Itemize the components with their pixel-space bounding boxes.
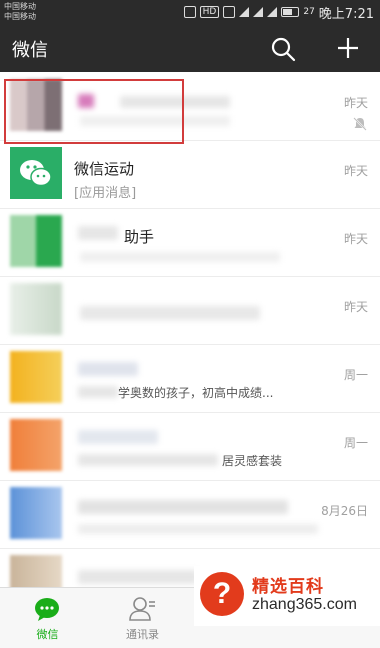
tab-label: 微信 [36,628,59,641]
blurred-name [78,430,158,444]
search-icon[interactable] [270,36,296,62]
chat-snippet: 学奥数的孩子，初高中成绩... [118,386,274,400]
blurred-snippet [80,252,280,262]
tab-contacts[interactable]: 通讯录 [95,588,190,648]
avatar [10,419,62,471]
chat-time: 昨天 [343,232,368,246]
chat-time: 昨天 [343,300,368,314]
vibrate-icon [223,6,236,18]
carrier-1: 中国移动 [4,2,36,11]
watermark-url: zhang365.com [252,596,357,613]
status-icons: HD 27 晚上7:21 [183,0,374,24]
chat-row[interactable]: 8月26日 [0,480,380,549]
app-header: 微信 [0,24,380,72]
signal-icon [253,7,264,17]
blurred-snippet [78,386,118,398]
wechat-logo-icon [20,160,52,187]
carrier-2: 中国移动 [4,12,36,21]
wifi-icon [239,7,250,17]
avatar [10,351,62,403]
chat-row[interactable]: 居灵感套装 周一 [0,412,380,481]
signal-icon-2 [267,7,278,17]
chat-time: 周一 [343,436,368,450]
blurred-name [78,570,198,584]
plus-icon[interactable] [336,36,360,60]
blurred-snippet [78,454,218,466]
blurred-name [78,226,118,240]
chat-name: 微信运动 [74,160,135,178]
avatar [10,487,62,539]
chat-row[interactable]: 助手 昨天 [0,208,380,277]
chat-row-wechat-sport[interactable]: 微信运动 [应用消息] 昨天 [0,140,380,209]
watermark-title: 精选百科 [252,577,324,597]
blurred-snippet [78,524,318,534]
tab-chats[interactable]: 微信 [0,588,95,648]
page-title: 微信 [12,40,48,61]
highlight-box [4,79,184,144]
chat-name: 助手 [124,228,155,246]
chat-subtitle: [应用消息] [74,186,137,201]
site-watermark: ? 精选百科 zhang365.com [194,566,380,626]
chat-snippet: 居灵感套装 [222,454,283,468]
blurred-name [78,500,288,514]
question-mark-logo-icon: ? [200,572,244,616]
chat-row[interactable]: 昨天 [0,276,380,345]
wechat-sport-avatar [10,147,62,199]
battery-icon [281,7,300,17]
status-clock: 晚上7:21 [318,6,374,22]
mute-bell-icon [353,117,367,131]
chat-time: 昨天 [343,96,368,110]
battery-level: 27 [303,7,315,17]
tab-label: 通讯录 [126,628,159,641]
hd-badge: HD [199,6,220,18]
blurred-name [80,306,260,320]
alarm-icon [183,6,196,18]
blurred-name [78,362,138,376]
chat-bubble-icon [35,598,59,621]
chat-row[interactable]: 学奥数的孩子，初高中成绩... 周一 [0,344,380,413]
avatar [10,215,62,267]
chat-time: 8月26日 [321,504,368,518]
status-bar: 中国移动 中国移动 HD 27 晚上7:21 [0,0,380,24]
chat-time: 周一 [343,368,368,382]
avatar [10,555,62,587]
chat-time: 昨天 [343,164,368,178]
avatar [10,283,62,335]
contacts-icon [129,597,155,621]
chat-list: 昨天 微信运动 [应用消息] 昨天 助手 昨天 昨天 学奥数的孩子，初高中成绩.… [0,72,380,587]
